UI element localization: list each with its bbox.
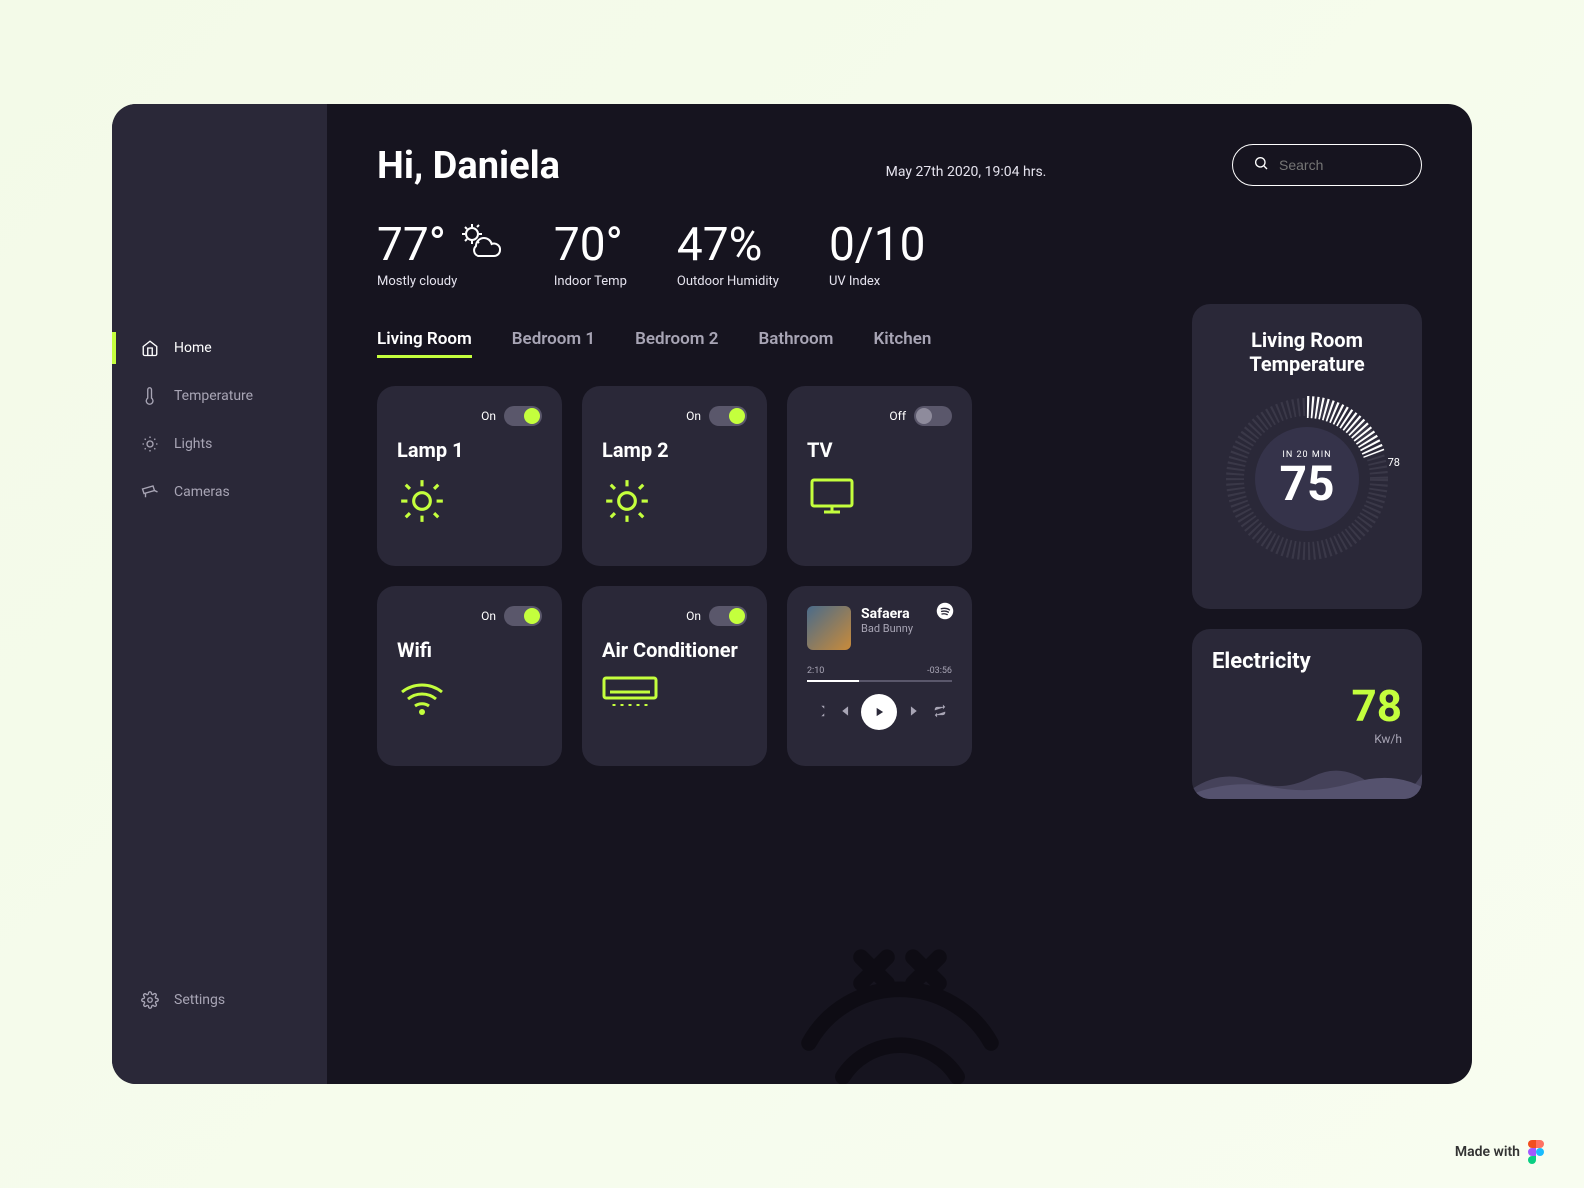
camera-icon [140, 482, 160, 502]
ac-icon [602, 676, 747, 712]
elapsed-time: 2:10 [807, 666, 824, 676]
background-decoration [770, 900, 1030, 1084]
electricity-title: Electricity [1212, 649, 1402, 674]
spotify-icon [936, 602, 954, 624]
lamp1-title: Lamp 1 [397, 438, 542, 462]
play-button[interactable] [861, 694, 897, 730]
sidebar-item-home[interactable]: Home [112, 324, 327, 372]
uv-stat: 0/10 UV Index [829, 218, 926, 289]
home-icon [140, 338, 160, 358]
wifi-state: On [481, 609, 496, 623]
electricity-card[interactable]: Electricity 78 Kw/h [1192, 629, 1422, 799]
settings-label: Settings [174, 992, 225, 1008]
sidebar-item-label: Cameras [174, 484, 230, 500]
weather-row: 77° Mostly cloudy 70° Indoor Temp 47% Ou… [377, 218, 1422, 289]
lamp1-state: On [481, 409, 496, 423]
datetime: May 27th 2020, 19:04 hrs. [886, 164, 1047, 180]
electricity-chart [1192, 759, 1422, 799]
tab-bedroom-1[interactable]: Bedroom 1 [512, 329, 595, 358]
thermostat-target: 78 [1388, 456, 1400, 469]
thermometer-icon [140, 386, 160, 406]
electricity-value: 78 [1212, 680, 1402, 732]
thermostat-title: Living Room Temperature [1216, 328, 1398, 376]
ac-title: Air Conditioner [602, 638, 747, 662]
sidebar-item-lights[interactable]: Lights [112, 420, 327, 468]
outdoor-temp-stat: 77° Mostly cloudy [377, 218, 504, 289]
made-with-badge: Made with [1455, 1140, 1544, 1164]
humidity-value: 47% [677, 218, 779, 272]
ac-state: On [686, 609, 701, 623]
made-with-label: Made with [1455, 1144, 1520, 1160]
humidity-stat: 47% Outdoor Humidity [677, 218, 779, 289]
bulb-icon [397, 476, 542, 530]
cloud-icon [456, 218, 504, 272]
indoor-temp-label: Indoor Temp [554, 274, 627, 289]
sidebar-item-label: Home [174, 340, 212, 356]
lamp2-title: Lamp 2 [602, 438, 747, 462]
app-window: Home Temperature Lights Cameras [112, 104, 1472, 1084]
repeat-icon[interactable] [933, 703, 947, 722]
previous-icon[interactable] [837, 703, 851, 722]
uv-value: 0/10 [829, 218, 926, 272]
wifi-toggle[interactable] [504, 606, 542, 626]
device-card-tv[interactable]: Off TV [787, 386, 972, 566]
search-icon [1253, 155, 1269, 175]
tab-bathroom[interactable]: Bathroom [758, 329, 833, 358]
music-controls [807, 694, 952, 730]
album-art [807, 606, 851, 650]
outdoor-temp-value: 77° [377, 218, 446, 272]
thermostat-card[interactable]: Living Room Temperature IN 20 MIN 75 78 [1192, 304, 1422, 609]
wifi-title: Wifi [397, 638, 542, 662]
sidebar: Home Temperature Lights Cameras [112, 104, 327, 1084]
tv-title: TV [807, 438, 952, 462]
search-box[interactable] [1232, 144, 1422, 186]
device-card-ac[interactable]: On Air Conditioner [582, 586, 767, 766]
wifi-icon [397, 676, 542, 720]
humidity-label: Outdoor Humidity [677, 274, 779, 289]
uv-label: UV Index [829, 274, 926, 289]
sidebar-item-label: Temperature [174, 388, 253, 404]
lamp2-state: On [686, 409, 701, 423]
outdoor-temp-label: Mostly cloudy [377, 274, 504, 289]
sidebar-item-temperature[interactable]: Temperature [112, 372, 327, 420]
tv-state: Off [889, 409, 906, 423]
sidebar-item-label: Lights [174, 436, 212, 452]
sidebar-item-cameras[interactable]: Cameras [112, 468, 327, 516]
bulb-icon [140, 434, 160, 454]
tv-toggle[interactable] [914, 406, 952, 426]
progress-bar[interactable] [807, 680, 952, 682]
tab-living-room[interactable]: Living Room [377, 329, 472, 358]
device-card-lamp2[interactable]: On Lamp 2 [582, 386, 767, 566]
thermostat-dial[interactable]: IN 20 MIN 75 78 [1222, 394, 1392, 564]
tab-kitchen[interactable]: Kitchen [873, 329, 931, 358]
tab-bedroom-2[interactable]: Bedroom 2 [635, 329, 718, 358]
shuffle-icon[interactable] [812, 703, 826, 722]
sidebar-item-settings[interactable]: Settings [112, 976, 327, 1024]
indoor-temp-value: 70° [554, 218, 627, 272]
remaining-time: -03:56 [927, 666, 952, 676]
gear-icon [140, 990, 160, 1010]
main-content: Hi, Daniela May 27th 2020, 19:04 hrs. 77… [327, 104, 1472, 1084]
lamp2-toggle[interactable] [709, 406, 747, 426]
device-card-lamp1[interactable]: On Lamp 1 [377, 386, 562, 566]
greeting: Hi, Daniela [377, 144, 560, 188]
music-player-card[interactable]: Safaera Bad Bunny 2:10 -03:56 [787, 586, 972, 766]
tv-icon [807, 476, 952, 520]
header: Hi, Daniela May 27th 2020, 19:04 hrs. [377, 144, 1422, 188]
figma-icon [1528, 1140, 1544, 1164]
indoor-temp-stat: 70° Indoor Temp [554, 218, 627, 289]
lamp1-toggle[interactable] [504, 406, 542, 426]
next-icon[interactable] [908, 703, 922, 722]
thermostat-current: 75 [1279, 460, 1334, 508]
bulb-icon [602, 476, 747, 530]
search-input[interactable] [1279, 157, 1401, 173]
progress-section: 2:10 -03:56 [807, 650, 952, 682]
electricity-unit: Kw/h [1212, 732, 1402, 746]
ac-toggle[interactable] [709, 606, 747, 626]
device-card-wifi[interactable]: On Wifi [377, 586, 562, 766]
